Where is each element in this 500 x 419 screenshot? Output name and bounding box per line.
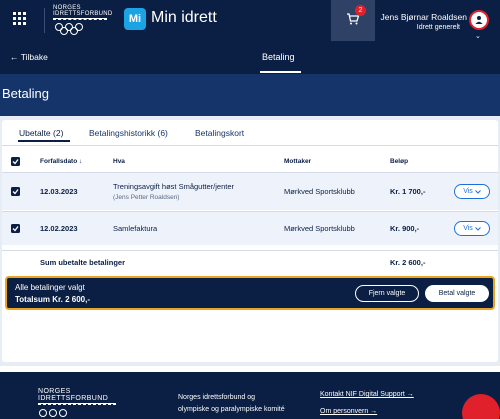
active-tab-indicator: [18, 140, 70, 142]
privacy-link[interactable]: Om personvern →: [320, 408, 377, 415]
sum-label: Sum ubetalte betalinger: [40, 258, 126, 267]
main-content: Ubetalte (2) Betalingshistorikk (6) Beta…: [0, 116, 500, 366]
top-bar: NORGES IDRETTSFORBUND Mi Min idrett 2 Je…: [0, 0, 500, 41]
cart-button[interactable]: 2: [331, 0, 375, 41]
table-header: Forfallsdato ↓ Hva Mottaker Beløp: [2, 155, 498, 171]
footer-logo-line-2: IDRETTSFORBUND: [38, 395, 109, 402]
row-recipient: Mørkved Sportsklubb: [284, 224, 355, 233]
divider: [44, 8, 45, 33]
footer-nif-logo[interactable]: NORGES IDRETTSFORBUND: [38, 388, 116, 419]
row-what: Samlefaktura: [113, 224, 158, 233]
row-what: Treningsavgift høst Smågutter/jenter: [113, 182, 235, 191]
header-amount: Beløp: [390, 158, 409, 165]
app-grid-icon[interactable]: [13, 12, 26, 25]
selection-status: Alle betalinger valgt: [15, 283, 85, 292]
footer-text-line-2: olympiske og paralympiske komité: [178, 406, 285, 413]
chevron-down-icon[interactable]: ⌄: [475, 32, 481, 40]
header-due-date[interactable]: Forfallsdato ↓: [40, 158, 82, 165]
back-link[interactable]: ← Tilbake: [10, 52, 48, 62]
pay-button[interactable]: Betal valgte: [425, 285, 489, 302]
footer-logo-line-1: NORGES: [38, 388, 71, 395]
check-icon: [12, 189, 19, 195]
support-link[interactable]: Kontakt NIF Digital Support →: [320, 391, 414, 398]
header-what: Hva: [113, 158, 125, 165]
row-due-date: 12.02.2023: [40, 224, 78, 233]
tab-bar: Ubetalte (2) Betalingshistorikk (6) Beta…: [2, 120, 498, 146]
user-name: Jens Bjørnar Roaldsen: [380, 12, 467, 22]
olympic-rings-icon: [55, 23, 83, 35]
table-row[interactable]: 12.03.2023 Treningsavgift høst Smågutter…: [2, 172, 498, 210]
tab-ubetalte[interactable]: Ubetalte (2): [19, 128, 63, 138]
chevron-down-icon: [474, 189, 481, 194]
min-idrett-logo-badge[interactable]: Mi: [124, 8, 146, 30]
total-sum: Totalsum Kr. 2 600,-: [15, 295, 90, 304]
view-button-label: Vis: [463, 188, 473, 195]
nif-logo[interactable]: NORGES IDRETTSFORBUND: [53, 5, 113, 37]
footer-text-line-1: Norges idrettsforbund og: [178, 394, 256, 401]
row-what-sub: (Jens Petter Roaldsen): [113, 194, 180, 201]
footer: NORGES IDRETTSFORBUND Norges idrettsforb…: [0, 372, 500, 419]
tab-betalingshistorikk[interactable]: Betalingshistorikk (6): [89, 128, 168, 138]
view-button[interactable]: Vis: [454, 184, 490, 199]
sum-amount: Kr. 2 600,-: [390, 258, 426, 267]
user-icon: [475, 16, 483, 24]
sum-row: Sum ubetalte betalinger Kr. 2 600,-: [2, 250, 498, 270]
row-recipient: Mørkved Sportsklubb: [284, 187, 355, 196]
footer-organization-text: Norges idrettsforbund og olympiske og pa…: [178, 392, 308, 416]
cart-count-badge: 2: [355, 5, 366, 16]
chevron-down-icon: [474, 226, 481, 231]
page-header: Betaling: [0, 74, 500, 116]
view-button[interactable]: Vis: [454, 221, 490, 236]
row-amount: Kr. 1 700,-: [390, 187, 426, 196]
app-name[interactable]: Min idrett: [151, 9, 217, 27]
sub-navigation: ← Tilbake Betaling: [0, 41, 500, 74]
payment-summary-bar: Alle betalinger valgt Totalsum Kr. 2 600…: [5, 276, 495, 310]
row-checkbox[interactable]: [11, 224, 20, 233]
avatar[interactable]: [469, 10, 489, 30]
page-title: Betaling: [2, 86, 49, 101]
active-tab-indicator: [260, 71, 301, 73]
logo-line-2: IDRETTSFORBUND: [53, 11, 113, 17]
row-amount: Kr. 900,-: [390, 224, 420, 233]
tab-betaling[interactable]: Betaling: [262, 52, 295, 62]
check-icon: [12, 159, 19, 165]
view-button-label: Vis: [463, 225, 473, 232]
select-all-checkbox[interactable]: [11, 157, 20, 166]
row-checkbox[interactable]: [11, 187, 20, 196]
tab-betalingskort[interactable]: Betalingskort: [195, 128, 244, 138]
check-icon: [12, 226, 19, 232]
table-row[interactable]: 12.02.2023 Samlefaktura Mørkved Sportskl…: [2, 211, 498, 245]
user-role: Idrett generelt: [416, 24, 460, 31]
row-due-date: 12.03.2023: [40, 187, 78, 196]
olympic-rings-icon: [39, 409, 67, 417]
payments-card: Ubetalte (2) Betalingshistorikk (6) Beta…: [2, 120, 498, 362]
header-recipient: Mottaker: [284, 158, 312, 165]
deselect-button[interactable]: Fjern valgte: [355, 285, 419, 302]
